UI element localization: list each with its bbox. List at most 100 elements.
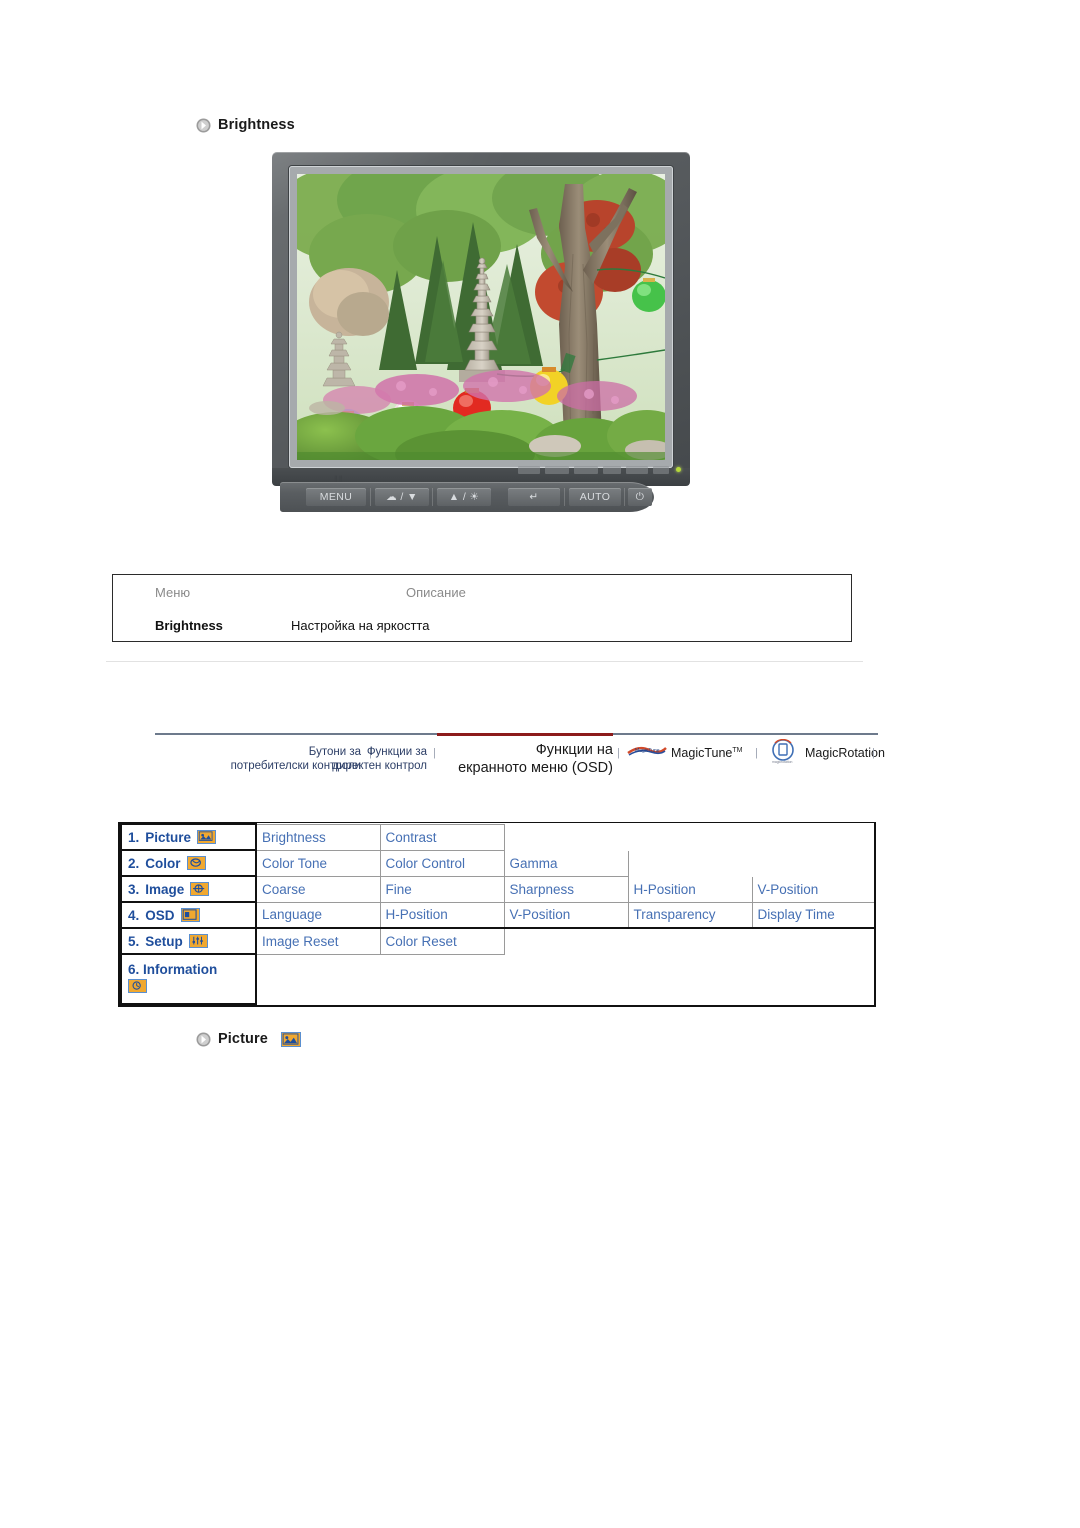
osd-category-image[interactable]: 3. Image [120, 875, 257, 903]
nav-separator-5: | [872, 747, 875, 759]
nav-separator-3: | [617, 747, 620, 759]
monitor-screen [297, 174, 665, 460]
auto-button[interactable]: AUTO [569, 488, 621, 506]
osd-category-osd[interactable]: 4. OSD [120, 901, 257, 929]
osd-item-h-position[interactable]: H-Position [379, 901, 505, 929]
osd-item-coarse[interactable]: Coarse [255, 875, 381, 903]
osd-category-color[interactable]: 2. Color [120, 849, 257, 877]
section-divider [106, 661, 863, 662]
osd-empty-cell [503, 823, 629, 851]
power-led-indicator [676, 467, 681, 472]
osd-item-image-reset[interactable]: Image Reset [255, 927, 381, 955]
svg-text:MagicTune: MagicTune [635, 748, 660, 754]
magictune-logo-icon: MagicTune [627, 744, 667, 757]
column-header-description: Описание [406, 584, 466, 600]
monitor-bezel [289, 166, 673, 468]
osd-row-information: 6. Information [120, 953, 876, 1005]
menu-button[interactable]: MENU [306, 488, 366, 506]
osd-empty-cell [751, 849, 876, 877]
picture-icon [197, 830, 217, 844]
osd-empty-cell [255, 953, 381, 1005]
nav-row: Бутони за потребителски контроли | Функц… [155, 733, 885, 781]
osd-item-gamma[interactable]: Gamma [503, 849, 629, 877]
button-separator-2 [432, 488, 433, 506]
monitor-button-bar: MENU ☁ / ▼ ▲ / ☀ ↵ AUTO ⏻ [280, 482, 654, 512]
osd-category-information-text: 6. Information [128, 961, 250, 978]
svg-text:magicrotation: magicrotation [772, 760, 792, 764]
osd-category-label: Information [143, 962, 218, 977]
table-row: Brightness Настройка на яркостта [113, 609, 851, 641]
osd-empty-cell [751, 927, 876, 955]
osd-category-label: Image [145, 881, 185, 897]
osd-row-osd: 4. OSD Language H-Position V-Position Tr… [120, 901, 876, 929]
osd-row-image: 3. Image Coarse Fine Sharpness H-Positio… [120, 875, 876, 903]
image-icon [190, 882, 210, 896]
osd-category-index: 2. [128, 855, 140, 871]
garden-photo [297, 174, 665, 460]
osd-item-display-time[interactable]: Display Time [751, 901, 876, 929]
osd-category-index: 1. [128, 829, 140, 845]
enter-button[interactable]: ↵ [508, 488, 560, 506]
osd-empty-cell [627, 849, 753, 877]
nav-item-direct-control-functions[interactable]: Функции за директен контрол [279, 745, 427, 773]
column-header-menu: Меню [155, 584, 191, 600]
magictune-trademark: TM [732, 746, 743, 754]
osd-item-language[interactable]: Language [255, 901, 381, 929]
information-icon [128, 979, 147, 993]
osd-category-setup[interactable]: 5. Setup [120, 927, 257, 955]
osd-menu-grid: 1. Picture Brightness Contrast 2. Color … [120, 823, 876, 1005]
osd-item-color-reset[interactable]: Color Reset [379, 927, 505, 955]
osd-category-index: 4. [128, 907, 140, 923]
osd-item-color-control[interactable]: Color Control [379, 849, 505, 877]
osd-menu-table: 1. Picture Brightness Contrast 2. Color … [118, 822, 876, 1007]
setup-icon [188, 934, 208, 948]
magictune-label: MagicTune [671, 746, 733, 760]
osd-category-picture[interactable]: 1. Picture [120, 823, 257, 851]
brightness-heading-label: Brightness [218, 117, 295, 133]
osd-item-h-position[interactable]: H-Position [627, 875, 753, 903]
osd-empty-cell [379, 953, 505, 1005]
osd-empty-cell [627, 823, 753, 851]
osd-navigation-tabs: Бутони за потребителски контроли | Функц… [155, 733, 885, 781]
row-menu-name: Brightness [155, 617, 223, 633]
bezel-label-strip [518, 464, 684, 476]
down-button[interactable]: ☁ / ▼ [375, 488, 429, 506]
power-button[interactable]: ⏻ [628, 488, 652, 506]
osd-item-fine[interactable]: Fine [379, 875, 505, 903]
osd-empty-cell [503, 953, 629, 1005]
bullet-diamond-icon [196, 1032, 211, 1047]
nav-separator-4: | [755, 747, 758, 759]
osd-item-color-tone[interactable]: Color Tone [255, 849, 381, 877]
osd-empty-cell [627, 927, 753, 955]
nav-item-osd-functions[interactable]: Функции на екранното меню (OSD) [441, 741, 613, 777]
osd-category-index: 6. [128, 962, 140, 977]
osd-row-setup: 5. Setup Image Reset Color Reset [120, 927, 876, 955]
picture-heading-label: Picture [218, 1031, 268, 1047]
nav-separator-2: | [433, 747, 436, 759]
osd-item-v-position[interactable]: V-Position [751, 875, 876, 903]
osd-empty-cell [503, 927, 629, 955]
up-brightness-button[interactable]: ▲ / ☀ [437, 488, 491, 506]
osd-icon [180, 908, 200, 922]
osd-item-sharpness[interactable]: Sharpness [503, 875, 629, 903]
osd-category-index: 3. [128, 881, 140, 897]
row-description-text: Настройка на яркостта [291, 617, 430, 633]
osd-category-label: Picture [145, 829, 192, 845]
menu-description-table: Меню Описание Brightness Настройка на яр… [112, 574, 852, 642]
osd-category-information[interactable]: 6. Information [120, 953, 257, 1005]
button-separator-4 [624, 488, 625, 506]
brightness-section-heading: Brightness [196, 117, 295, 133]
osd-empty-cell [627, 953, 753, 1005]
osd-item-v-position[interactable]: V-Position [503, 901, 629, 929]
osd-empty-cell [751, 953, 876, 1005]
osd-category-label: OSD [145, 907, 175, 923]
osd-row-color: 2. Color Color Tone Color Control Gamma [120, 849, 876, 877]
osd-category-index: 5. [128, 933, 140, 949]
table-header-row: Меню Описание [113, 575, 851, 609]
osd-item-brightness[interactable]: Brightness [255, 823, 381, 851]
nav-item-magictune[interactable]: MagicTuneTM [671, 746, 742, 760]
osd-item-transparency[interactable]: Transparency [627, 901, 753, 929]
osd-item-contrast[interactable]: Contrast [379, 823, 505, 851]
color-icon [186, 856, 206, 870]
monitor-figure: ‖‖ MENU ☁ / ▼ ▲ / ☀ ↵ AUTO ⏻ [272, 152, 690, 520]
